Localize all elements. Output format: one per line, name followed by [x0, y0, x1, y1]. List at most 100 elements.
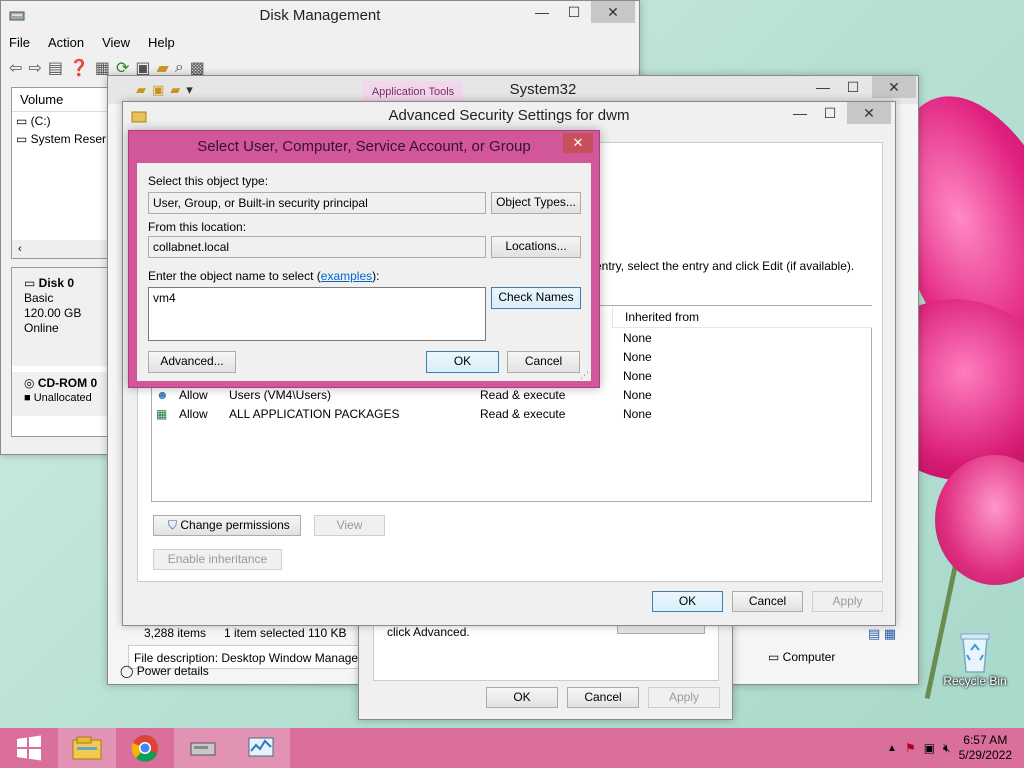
power-details[interactable]: ◯ Power details — [120, 664, 209, 678]
explorer-status-items: 3,288 items — [144, 626, 207, 640]
row-access: Read & execute — [480, 388, 566, 402]
menu-file[interactable]: File — [9, 35, 30, 50]
explorer-maximize-button[interactable]: ☐ — [838, 76, 868, 98]
recycle-bin-label: Recycle Bin — [943, 674, 1007, 688]
row-type: Allow — [179, 388, 208, 402]
windows-logo-icon — [17, 735, 41, 761]
menu-help[interactable]: Help — [148, 35, 175, 50]
resize-grip-icon[interactable]: ⋰ — [580, 370, 589, 381]
object-types-button[interactable]: Object Types... — [491, 192, 581, 214]
folder-icon[interactable]: ▰ — [136, 82, 146, 98]
properties-ok-button[interactable]: OK — [486, 687, 558, 708]
properties-icon[interactable]: ▣ — [152, 82, 164, 98]
taskbar-performance[interactable] — [232, 728, 290, 768]
adv-security-cancel-button[interactable]: Cancel — [732, 591, 803, 612]
location-field: collabnet.local — [148, 236, 486, 258]
locations-button[interactable]: Locations... — [491, 236, 581, 258]
object-type-label: Select this object type: — [148, 174, 269, 188]
uac-shield-icon: ⛉ — [168, 518, 178, 532]
clock-date: 5/29/2022 — [958, 748, 1012, 762]
change-permissions-label: Change permissions — [180, 518, 290, 532]
check-names-button[interactable]: Check Names — [491, 287, 581, 309]
details-view-icon[interactable]: ▤ ▦ — [868, 626, 896, 642]
adv-security-instruction: entry, select the entry and click Edit (… — [595, 259, 855, 273]
table-row[interactable]: ▦ Allow ALL APPLICATION PACKAGES Read & … — [152, 407, 871, 426]
taskbar-clock[interactable]: 6:57 AM 5/29/2022 — [959, 733, 1012, 763]
users-group-icon: ☻ — [156, 388, 169, 402]
application-tools-tab[interactable]: Application Tools — [363, 81, 463, 103]
disk-mgmt-title: Disk Management — [259, 7, 381, 24]
explorer-close-button[interactable]: ✕ — [872, 76, 916, 98]
row-principal: ALL APPLICATION PACKAGES — [229, 407, 400, 421]
disk0-type: Basic — [24, 291, 54, 305]
explorer-titlebar[interactable]: System32 — ☐ ✕ — [108, 76, 918, 104]
taskbar-chrome[interactable] — [116, 728, 174, 768]
explorer-title: System32 — [509, 81, 577, 98]
location-label: From this location: — [148, 220, 247, 234]
forward-icon[interactable]: ⇨ — [28, 58, 41, 78]
action-center-icon[interactable]: ⚑ — [905, 741, 916, 755]
network-icon[interactable]: ▣ — [924, 741, 935, 755]
disk-management-icon — [190, 742, 216, 756]
taskbar: ▲ ⚑ ▣ 🔇︎ 6:57 AM 5/29/2022 — [0, 728, 1024, 768]
unallocated-label: Unallocated — [33, 392, 92, 404]
properties-cancel-button[interactable]: Cancel — [567, 687, 639, 708]
properties-apply-button[interactable]: Apply — [648, 687, 720, 708]
menu-action[interactable]: Action — [48, 35, 84, 50]
enable-inheritance-button[interactable]: Enable inheritance — [153, 549, 282, 570]
row-inherited: None — [623, 350, 652, 364]
help-icon[interactable]: ❓ — [69, 58, 89, 78]
object-name-input[interactable]: vm4 — [148, 287, 486, 341]
folder-icon — [131, 111, 147, 123]
select-dialog-titlebar[interactable]: Select User, Computer, Service Account, … — [129, 131, 599, 163]
recycle-bin-shortcut[interactable]: Recycle Bin — [940, 630, 1010, 688]
adv-security-title: Advanced Security Settings for dwm — [388, 107, 630, 124]
explorer-status-selected: 1 item selected 110 KB — [224, 626, 347, 640]
adv-security-apply-button[interactable]: Apply — [812, 591, 883, 612]
disk0-status: Online — [24, 321, 59, 335]
maximize-button[interactable]: ☐ — [559, 1, 589, 23]
close-button[interactable]: ✕ — [591, 1, 635, 23]
cdrom-name: CD-ROM 0 — [37, 376, 98, 390]
table-row[interactable]: ☻ Allow Users (VM4\Users) Read & execute… — [152, 388, 871, 407]
select-dialog-close-button[interactable]: ✕ — [563, 133, 593, 153]
chrome-icon — [131, 735, 158, 762]
select-cancel-button[interactable]: Cancel — [507, 351, 580, 373]
adv-security-ok-button[interactable]: OK — [652, 591, 723, 612]
row-inherited: None — [623, 407, 652, 421]
row-principal: Users (VM4\Users) — [229, 388, 332, 402]
start-button[interactable] — [0, 728, 58, 768]
col-inherited-header[interactable]: Inherited from — [612, 306, 872, 328]
view-button[interactable]: View — [314, 515, 385, 536]
select-user-dialog[interactable]: Select User, Computer, Service Account, … — [128, 130, 600, 388]
clock-time: 6:57 AM — [963, 733, 1008, 747]
change-permissions-button[interactable]: ⛉ Change permissions — [153, 515, 301, 536]
adv-security-maximize-button[interactable]: ☐ — [815, 102, 845, 124]
taskbar-disk-management[interactable] — [174, 728, 232, 768]
select-ok-button[interactable]: OK — [426, 351, 499, 373]
select-dialog-title: Select User, Computer, Service Account, … — [197, 138, 531, 155]
taskbar-file-explorer[interactable] — [58, 728, 116, 768]
explorer-qat: ▰ ▣ ▰ ▾ — [136, 82, 193, 98]
explorer-minimize-button[interactable]: — — [808, 76, 838, 98]
menu-view[interactable]: View — [102, 35, 130, 50]
minimize-button[interactable]: — — [527, 1, 557, 23]
file-explorer-icon — [72, 736, 102, 760]
tray-expand-icon[interactable]: ▲ — [887, 743, 897, 754]
examples-link[interactable]: examples — [321, 269, 372, 283]
adv-security-close-button[interactable]: ✕ — [847, 102, 891, 124]
volume-muted-icon[interactable]: 🔇︎ — [943, 741, 951, 756]
row-inherited: None — [623, 331, 652, 345]
adv-security-minimize-button[interactable]: — — [785, 102, 815, 124]
advanced-button[interactable]: Advanced... — [148, 351, 236, 373]
object-name-label: Enter the object name to select (example… — [148, 269, 380, 283]
properties-icon[interactable]: ▤ — [48, 58, 63, 78]
back-icon[interactable]: ⇦ — [9, 58, 22, 78]
disk-mgmt-titlebar[interactable]: Disk Management — ☐ ✕ — [1, 1, 639, 31]
new-folder-icon[interactable]: ▰ — [170, 82, 180, 98]
computer-label[interactable]: ▭ Computer — [768, 650, 835, 664]
system-tray: ▲ ⚑ ▣ 🔇︎ 6:57 AM 5/29/2022 — [887, 728, 1024, 768]
adv-security-titlebar[interactable]: Advanced Security Settings for dwm — ☐ ✕ — [123, 102, 895, 130]
qat-dropdown-icon[interactable]: ▾ — [186, 82, 193, 98]
recycle-bin-icon — [960, 633, 990, 673]
